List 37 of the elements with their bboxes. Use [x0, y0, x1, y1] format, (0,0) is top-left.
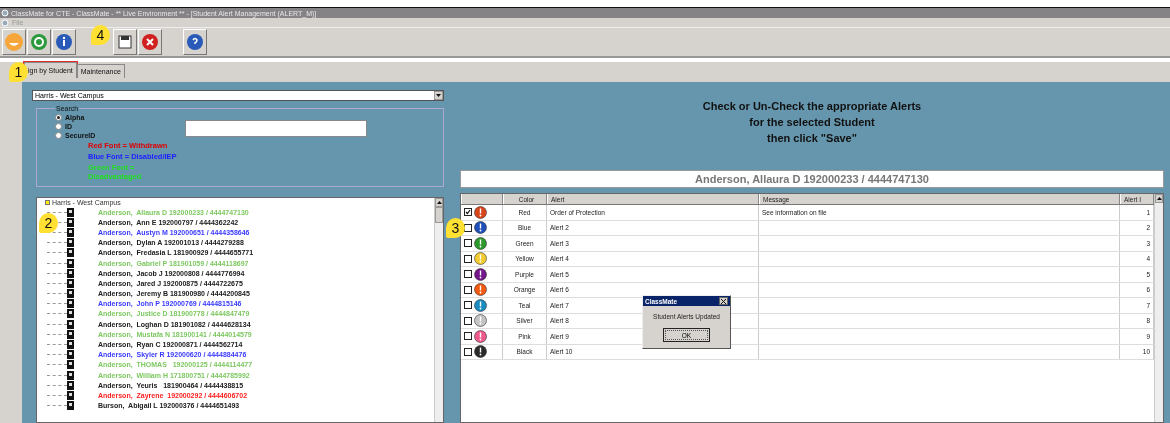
- checkbox[interactable]: [464, 332, 472, 341]
- scroll-up-button[interactable]: [435, 198, 443, 207]
- selected-student: Anderson, Allaura D 192000233 / 4444747130: [460, 170, 1164, 188]
- instruction-text: Check or Un-Check the appropriate Alerts: [701, 99, 923, 114]
- checkbox[interactable]: [464, 254, 472, 263]
- checkbox[interactable]: [464, 301, 472, 310]
- checkbox[interactable]: [464, 316, 472, 325]
- smiley-button[interactable]: [2, 29, 26, 55]
- info-button[interactable]: [52, 29, 76, 55]
- checkbox[interactable]: [464, 270, 472, 279]
- up-arrow-icon: [436, 201, 442, 204]
- cancel-button[interactable]: [138, 29, 162, 55]
- dropdown-arrow-icon: [434, 91, 443, 100]
- close-button[interactable]: [719, 297, 728, 305]
- expander-icon[interactable]: [45, 200, 50, 205]
- info-icon: [55, 33, 73, 51]
- check-icon: [465, 209, 471, 216]
- checkbox[interactable]: [464, 239, 472, 248]
- search-field[interactable]: [185, 120, 367, 137]
- checkbox[interactable]: [464, 285, 472, 294]
- close-icon: [141, 33, 159, 51]
- instruction-text: then click "Save": [766, 131, 858, 146]
- refresh-icon: [30, 33, 48, 51]
- instruction-text: for the selected Student: [748, 115, 876, 130]
- refresh-button[interactable]: [27, 29, 51, 55]
- close-icon: [721, 298, 726, 304]
- help-button[interactable]: [183, 29, 207, 55]
- scroll-thumb[interactable]: [435, 207, 443, 223]
- scroll-up-button[interactable]: [1155, 194, 1163, 203]
- scrollbar[interactable]: [1154, 194, 1163, 422]
- scrollbar[interactable]: [434, 198, 443, 422]
- help-icon: [186, 33, 204, 51]
- smiley-icon: [4, 32, 24, 52]
- checkbox[interactable]: [464, 347, 472, 356]
- save-button[interactable]: [113, 29, 137, 55]
- up-arrow-icon: [1156, 197, 1162, 200]
- checkbox[interactable]: [464, 208, 472, 217]
